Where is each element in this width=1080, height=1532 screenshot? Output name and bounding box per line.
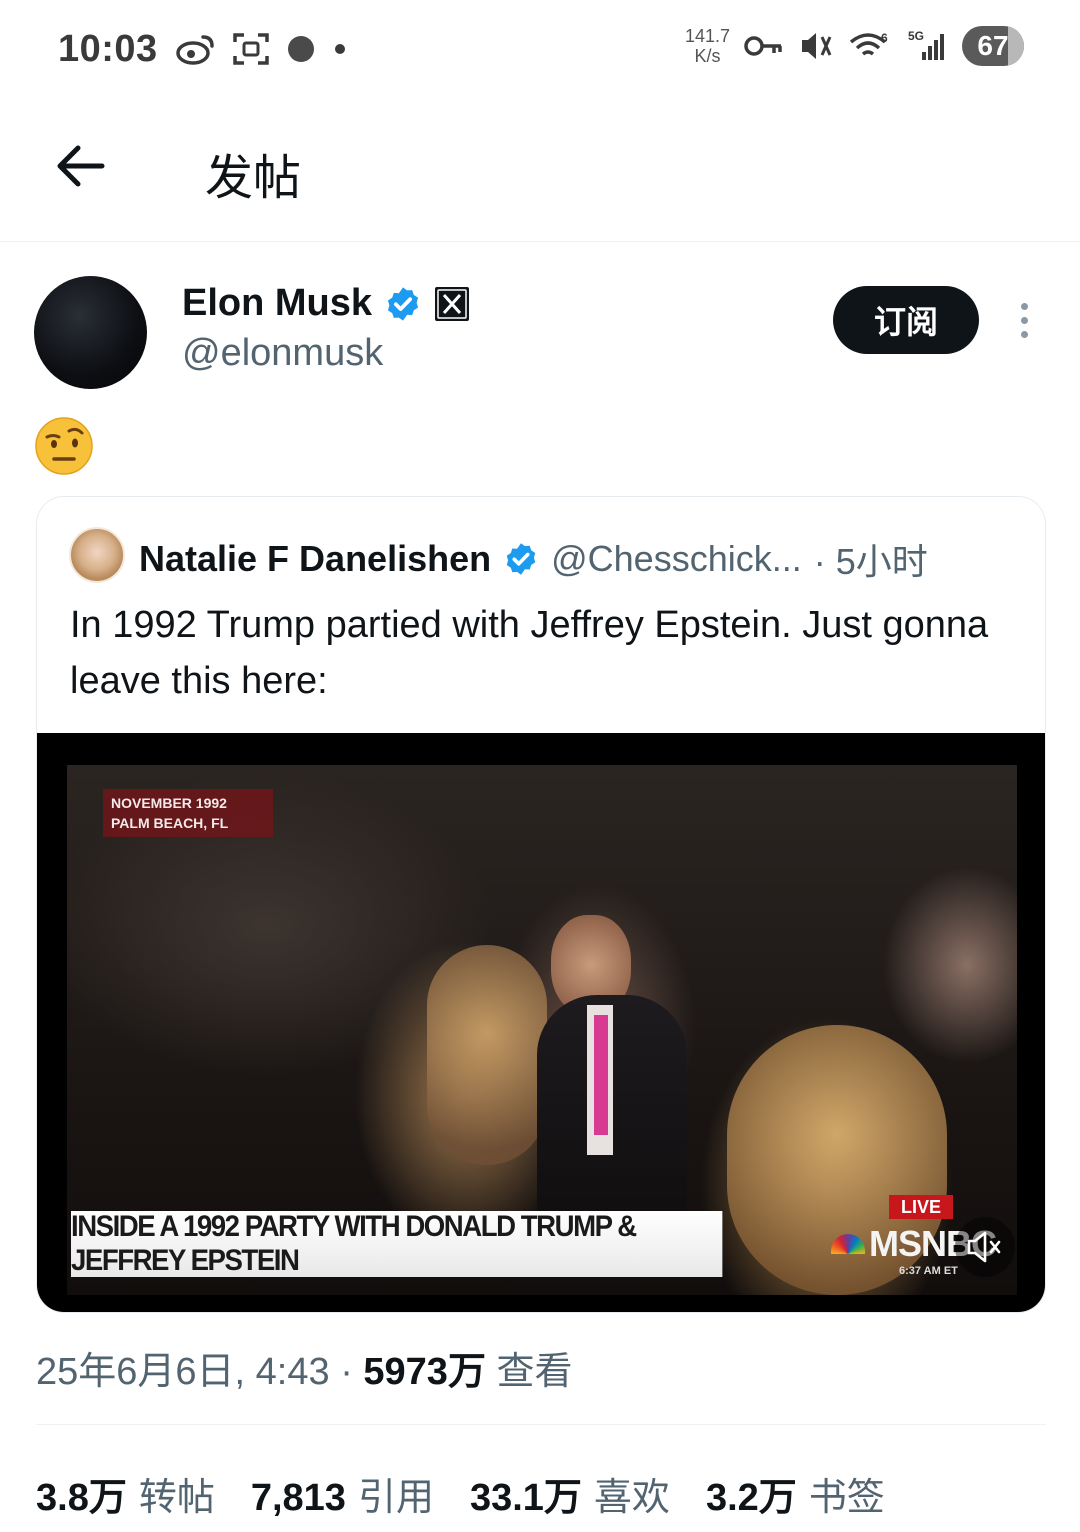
unmute-button[interactable] bbox=[955, 1217, 1015, 1277]
key-icon bbox=[744, 36, 782, 56]
video-frame: NOVEMBER 1992 PALM BEACH, FL INSIDE A 19… bbox=[67, 765, 1017, 1295]
speaker-muted-icon bbox=[967, 1231, 1001, 1263]
status-right-icons: 141.7 K/s 6 5G 67 bbox=[685, 26, 1024, 66]
verified-badge-icon bbox=[506, 543, 536, 575]
status-time: 10:03 bbox=[58, 28, 158, 70]
mute-vibrate-icon bbox=[802, 33, 832, 59]
author-name[interactable]: Elon Musk bbox=[182, 282, 372, 325]
views-count: 5973万 bbox=[363, 1351, 486, 1393]
quoted-post-header: Natalie F Danelishen @Chesschick... · 5小… bbox=[139, 533, 928, 585]
quoted-author-avatar[interactable] bbox=[69, 527, 125, 583]
quoted-post-time: · 5小时 bbox=[813, 541, 928, 582]
more-dot-icon bbox=[1020, 316, 1028, 324]
live-badge: LIVE bbox=[889, 1195, 953, 1219]
quoted-author-name[interactable]: Natalie F Danelishen bbox=[139, 538, 491, 580]
screenshot-scan-icon bbox=[233, 33, 269, 65]
video-player[interactable]: NOVEMBER 1992 PALM BEACH, FL INSIDE A 19… bbox=[37, 733, 1045, 1312]
arrow-left-icon bbox=[57, 145, 105, 187]
more-dot-icon bbox=[1020, 302, 1028, 310]
peacock-logo-icon bbox=[831, 1234, 865, 1254]
bookmarks-stat[interactable]: 3.2万 书签 bbox=[706, 1466, 885, 1521]
svg-text:5G: 5G bbox=[908, 29, 924, 43]
video-dateline: NOVEMBER 1992 PALM BEACH, FL bbox=[103, 789, 273, 837]
cellular-signal-icon: 5G bbox=[908, 29, 944, 60]
weibo-icon bbox=[176, 35, 214, 65]
likes-stat[interactable]: 33.1万 喜欢 bbox=[470, 1466, 670, 1521]
video-clock: 6:37 AM ET bbox=[899, 1265, 958, 1277]
views-label: 查看 bbox=[496, 1351, 573, 1393]
status-bar: 10:03 141.7 K/s 6 5G 67 bbox=[0, 0, 1080, 100]
wifi-icon: 6 bbox=[849, 31, 888, 56]
post-meta: 25年6月6日, 4:43 · 5973万 查看 bbox=[36, 1351, 573, 1393]
divider bbox=[36, 1424, 1046, 1425]
page-title: 发帖 bbox=[205, 152, 302, 205]
battery-indicator: 67 bbox=[962, 26, 1024, 66]
more-dot-icon bbox=[1020, 330, 1028, 338]
author-handle[interactable]: @elonmusk bbox=[182, 332, 383, 375]
more-options-button[interactable] bbox=[1004, 300, 1044, 340]
verified-badge-icon bbox=[387, 286, 419, 321]
author-name-row: Elon Musk bbox=[182, 282, 470, 325]
video-headline-banner: INSIDE A 1992 PARTY WITH DONALD TRUMP & … bbox=[71, 1210, 723, 1277]
raised-eyebrow-emoji: 🤨 bbox=[35, 417, 93, 475]
notification-dot-icon bbox=[335, 44, 345, 54]
quoted-author-handle[interactable]: @Chesschick... bbox=[551, 538, 802, 580]
reposts-stat[interactable]: 3.8万 转帖 bbox=[36, 1466, 215, 1521]
svg-text:6: 6 bbox=[881, 31, 888, 45]
record-dot-icon bbox=[288, 36, 314, 62]
quoted-post-text: In 1992 Trump partied with Jeffrey Epste… bbox=[70, 604, 989, 702]
status-left-icons bbox=[176, 30, 348, 68]
x-affiliate-badge-icon bbox=[435, 286, 470, 321]
network-speed: 141.7 K/s bbox=[684, 26, 730, 66]
subscribe-button[interactable]: 订阅 bbox=[833, 286, 979, 354]
top-app-bar: 发帖 bbox=[0, 100, 1080, 242]
author-avatar[interactable] bbox=[34, 276, 147, 389]
quotes-stat[interactable]: 7,813 引用 bbox=[251, 1466, 434, 1521]
back-button[interactable] bbox=[50, 136, 110, 196]
post-timestamp: 25年6月6日, 4:43 bbox=[36, 1351, 330, 1393]
engagement-stats: 3.8万 转帖 7,813 引用 33.1万 喜欢 3.2万 书签 bbox=[36, 1466, 885, 1521]
quoted-post-card[interactable]: Natalie F Danelishen @Chesschick... · 5小… bbox=[36, 496, 1046, 1313]
